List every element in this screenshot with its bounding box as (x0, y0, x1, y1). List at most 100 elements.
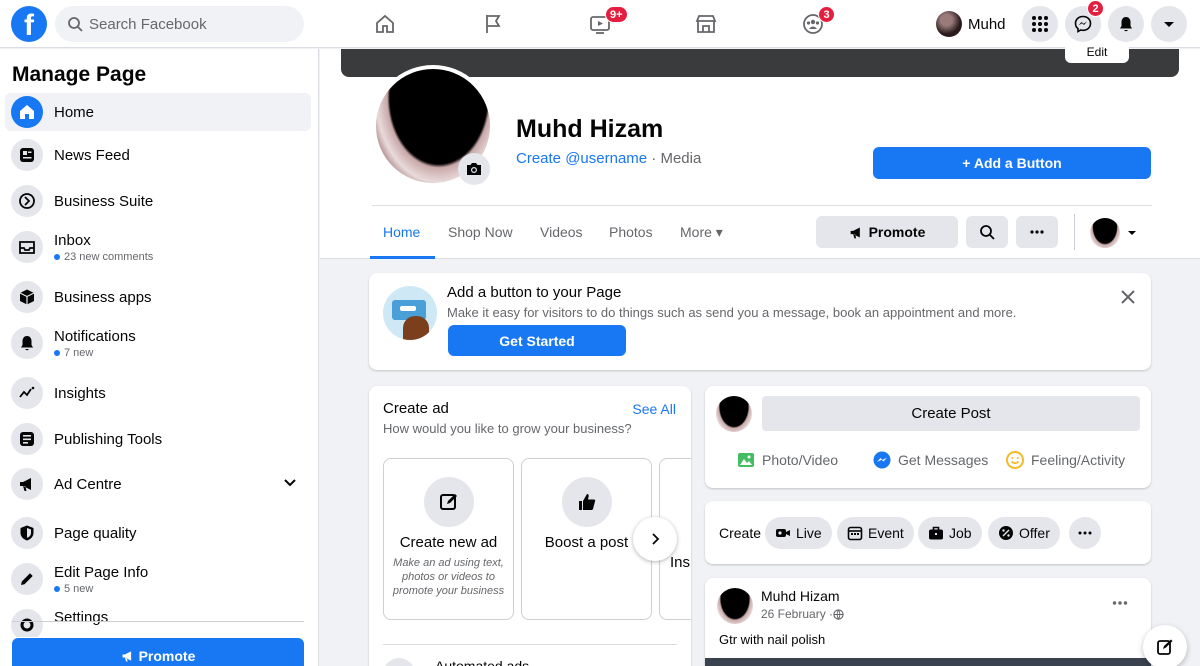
post-date[interactable]: 26 February · (761, 607, 833, 621)
sidebar-item-business-suite[interactable]: Business Suite (5, 183, 311, 219)
profile-chip[interactable]: Muhd (936, 8, 1006, 40)
card-description: Make it easy for visitors to do things s… (447, 305, 1017, 320)
nav-home-tab[interactable] (355, 6, 415, 42)
carousel-next-button[interactable] (633, 517, 677, 561)
avatar[interactable] (717, 588, 753, 624)
create-new-ad-tile[interactable]: Create new ad Make an ad using text, pho… (383, 458, 514, 620)
messenger-icon (1074, 15, 1092, 33)
nav-groups-tab[interactable]: 3 (783, 6, 843, 42)
promote-button[interactable]: Promote (12, 638, 304, 666)
sidebar-item-insights[interactable]: Insights (5, 375, 311, 411)
post-author[interactable]: Muhd Hizam (761, 588, 840, 604)
tab-home[interactable]: Home (383, 224, 420, 240)
megaphone-icon (850, 227, 860, 238)
messenger-button[interactable]: 2 (1065, 0, 1104, 42)
more-options-button[interactable] (1016, 216, 1058, 248)
sidebar-item-settings[interactable]: Settings (5, 609, 311, 637)
facebook-logo-icon[interactable]: f (11, 6, 47, 42)
composer-card: Create Post Photo/Video Get Messages Fee… (705, 386, 1151, 488)
tab-videos[interactable]: Videos (540, 224, 583, 240)
hand-tap-illustration-icon (383, 286, 437, 340)
compose-icon (1157, 639, 1173, 655)
create-ad-subtitle: How would you like to grow your business… (383, 421, 632, 436)
sidebar-item-ad-centre[interactable]: Ad Centre (5, 465, 311, 503)
sidebar-item-notifications[interactable]: Notifications 7 new (5, 323, 311, 363)
sidebar-item-label: Insights (54, 384, 106, 402)
tab-shop-now[interactable]: Shop Now (448, 224, 513, 240)
see-all-link[interactable]: See All (632, 401, 676, 417)
job-button[interactable]: Job (918, 517, 982, 549)
add-a-button[interactable]: + Add a Button (873, 147, 1151, 179)
more-create-options-button[interactable] (1069, 517, 1101, 549)
add-a-button-label: + Add a Button (962, 155, 1062, 171)
camera-icon (467, 163, 481, 175)
feeling-activity-button[interactable]: Feeling/Activity (1005, 450, 1125, 470)
create-username-link[interactable]: Create @username (516, 150, 647, 167)
event-button[interactable]: Event (837, 517, 914, 549)
get-messages-button[interactable]: Get Messages (872, 450, 988, 470)
header-promote-button[interactable]: Promote (816, 216, 958, 248)
pill-label: Job (949, 525, 972, 541)
nav-pages-tab[interactable] (463, 6, 523, 42)
sidebar-item-label: Ad Centre (54, 475, 122, 493)
avatar[interactable] (1090, 218, 1120, 248)
change-photo-button[interactable] (458, 153, 490, 185)
ellipsis-icon (1078, 531, 1092, 535)
profile-name: Muhd (968, 15, 1006, 33)
sidebar-item-news-feed[interactable]: News Feed (5, 137, 311, 173)
chevron-down-icon[interactable] (283, 475, 297, 489)
bell-icon (1120, 17, 1132, 32)
sidebar-item-label: Notifications (54, 327, 136, 345)
automated-ads-label[interactable]: Automated ads (435, 658, 529, 666)
sidebar-item-publishing-tools[interactable]: Publishing Tools (5, 421, 311, 457)
action-label: Photo/Video (762, 452, 839, 468)
active-tab-indicator (370, 256, 435, 259)
photo-video-button[interactable]: Photo/Video (736, 450, 838, 470)
account-button[interactable] (1151, 6, 1187, 42)
nav-marketplace-tab[interactable] (676, 6, 736, 42)
tile-title: Boost a post (544, 534, 629, 551)
get-started-button[interactable]: Get Started (448, 325, 626, 356)
action-label: Feeling/Activity (1031, 452, 1126, 468)
tab-photos[interactable]: Photos (609, 224, 653, 240)
post-card: Muhd Hizam 26 February · Gtr with nail p… (705, 578, 1151, 666)
sidebar-item-business-apps[interactable]: Business apps (5, 279, 311, 315)
sidebar-item-page-quality[interactable]: Page quality (5, 515, 311, 551)
sidebar-item-home[interactable]: Home (5, 93, 311, 131)
create-ad-card: Create ad See All How would you like to … (369, 386, 691, 666)
caret-down-icon (1164, 22, 1174, 27)
thumbs-up-icon (562, 477, 612, 527)
tile-title: Create new ad (399, 534, 498, 551)
ellipsis-icon (1030, 230, 1044, 234)
ellipsis-icon[interactable] (1112, 600, 1128, 606)
pencil-icon (11, 563, 43, 595)
sidebar-item-edit-page-info[interactable]: Edit Page Info 5 new (5, 559, 311, 599)
unread-dot (54, 349, 60, 356)
notifications-button[interactable] (1108, 6, 1144, 42)
cube-icon (11, 281, 43, 313)
close-icon[interactable] (1120, 289, 1136, 305)
search-box[interactable] (55, 6, 304, 42)
sidebar-item-label: News Feed (54, 146, 130, 164)
edit-cover-button[interactable]: Edit (1065, 45, 1129, 63)
new-message-button[interactable] (1143, 625, 1187, 666)
sidebar-item-label: Publishing Tools (54, 430, 163, 448)
create-post-button[interactable]: Create Post (762, 396, 1140, 431)
tab-more[interactable]: More ▾ (680, 224, 723, 241)
nav-watch-tab[interactable]: 9+ (570, 6, 630, 42)
manage-page-sidebar: Manage Page Home News Feed Business Suit… (0, 49, 319, 666)
sidebar-item-inbox[interactable]: Inbox 23 new comments (5, 227, 311, 267)
page-search-button[interactable] (966, 216, 1008, 248)
card-divider (383, 644, 677, 645)
sidebar-item-label: Settings (54, 609, 109, 626)
menu-button[interactable] (1022, 6, 1058, 42)
business-suite-icon (11, 185, 43, 217)
post-image[interactable] (705, 658, 1151, 666)
add-button-prompt-card: Add a button to your Page Make it easy f… (369, 273, 1151, 370)
search-input[interactable] (89, 15, 289, 33)
caret-down-icon[interactable] (1126, 227, 1138, 239)
live-button[interactable]: Live (765, 517, 832, 549)
groups-badge: 3 (818, 6, 835, 23)
chevron-right-icon (652, 533, 660, 545)
offer-button[interactable]: Offer (988, 517, 1060, 549)
